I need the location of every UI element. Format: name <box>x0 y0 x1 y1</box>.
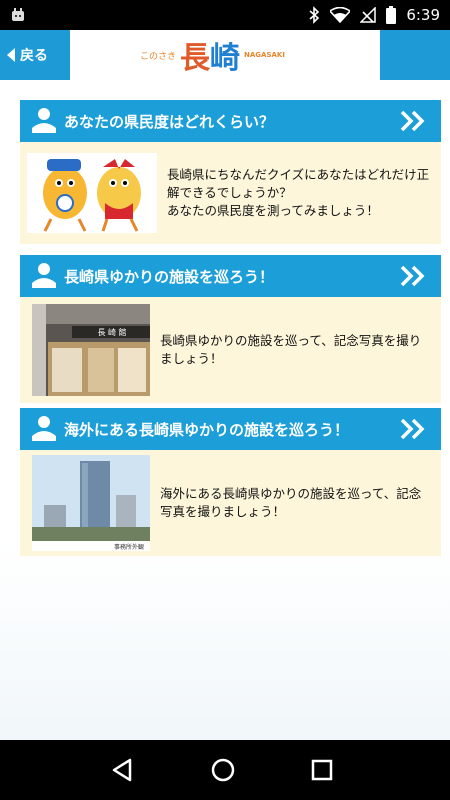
bluetooth-icon <box>309 6 320 24</box>
person-icon <box>32 416 56 441</box>
android-app-icon <box>12 8 24 21</box>
section-header[interactable]: 長崎県ゆかりの施設を巡ろう！ <box>20 255 441 297</box>
main-content: あなたの県民度はどれくらい？ 長崎県にちなんだクイズにあなたはどれだけ正解できる… <box>0 80 450 740</box>
mascot-characters-image <box>27 153 157 233</box>
no-signal-icon <box>360 7 377 23</box>
home-circle-icon[interactable] <box>208 755 238 785</box>
section-overseas-facilities[interactable]: 海外にある長崎県ゆかりの施設を巡ろう！ 事務所外観 海外にある長崎県ゆかりの施設… <box>20 408 441 556</box>
navigation-bar <box>0 740 450 800</box>
section-description: 長崎県にちなんだクイズにあなたはどれだけ正解できるでしょうか？ あなたの県民度を… <box>167 167 430 218</box>
back-arrow-icon <box>7 48 15 62</box>
app-logo: このさき 長崎 NAGASAKI <box>140 35 330 76</box>
app-bar-right-band <box>380 30 450 80</box>
wifi-icon <box>330 7 351 23</box>
section-title: 海外にある長崎県ゆかりの施設を巡ろう！ <box>64 420 350 439</box>
section-body: 事務所外観 海外にある長崎県ゆかりの施設を巡って、記念写真を撮りましょう！ <box>20 450 441 556</box>
status-time: 6:39 <box>406 6 440 24</box>
double-chevron-right-icon <box>400 110 425 132</box>
double-chevron-right-icon <box>400 418 425 440</box>
office-tower-image: 事務所外観 <box>32 455 150 551</box>
section-body: 長崎県にちなんだクイズにあなたはどれだけ正解できるでしょうか？ あなたの県民度を… <box>20 142 441 244</box>
shop-sign-text: 長 崎 館 <box>97 327 126 337</box>
section-facilities[interactable]: 長崎県ゆかりの施設を巡ろう！ 長 崎 館 長崎県ゆかりの施設を巡って、記念写真を… <box>20 255 441 403</box>
section-title: あなたの県民度はどれくらい？ <box>64 112 275 131</box>
person-icon <box>32 263 56 288</box>
recents-square-icon[interactable] <box>307 755 337 785</box>
status-bar: 6:39 <box>0 0 450 30</box>
section-header[interactable]: あなたの県民度はどれくらい？ <box>20 100 441 142</box>
section-title: 長崎県ゆかりの施設を巡ろう！ <box>64 267 275 286</box>
logo-small-text: このさき <box>140 51 177 62</box>
logo-main-text: 長崎 <box>180 41 241 76</box>
section-quiz[interactable]: あなたの県民度はどれくらい？ 長崎県にちなんだクイズにあなたはどれだけ正解できる… <box>20 100 441 244</box>
back-label: 戻る <box>20 48 48 64</box>
battery-icon <box>386 6 397 24</box>
section-description: 海外にある長崎県ゆかりの施設を巡って、記念写真を撮りましょう！ <box>160 486 422 519</box>
double-chevron-right-icon <box>400 265 425 287</box>
back-triangle-icon[interactable] <box>108 755 138 785</box>
logo-english-text: NAGASAKI <box>244 51 285 59</box>
section-description: 長崎県ゆかりの施設を巡って、記念写真を撮りましょう！ <box>160 333 422 366</box>
shop-storefront-image: 長 崎 館 <box>32 304 150 396</box>
app-bar: 戻る このさき 長崎 NAGASAKI <box>0 30 450 80</box>
back-button[interactable]: 戻る <box>6 30 48 80</box>
section-body: 長 崎 館 長崎県ゆかりの施設を巡って、記念写真を撮りましょう！ <box>20 297 441 403</box>
section-header[interactable]: 海外にある長崎県ゆかりの施設を巡ろう！ <box>20 408 441 450</box>
image-caption: 事務所外観 <box>114 543 144 551</box>
person-icon <box>32 108 56 133</box>
